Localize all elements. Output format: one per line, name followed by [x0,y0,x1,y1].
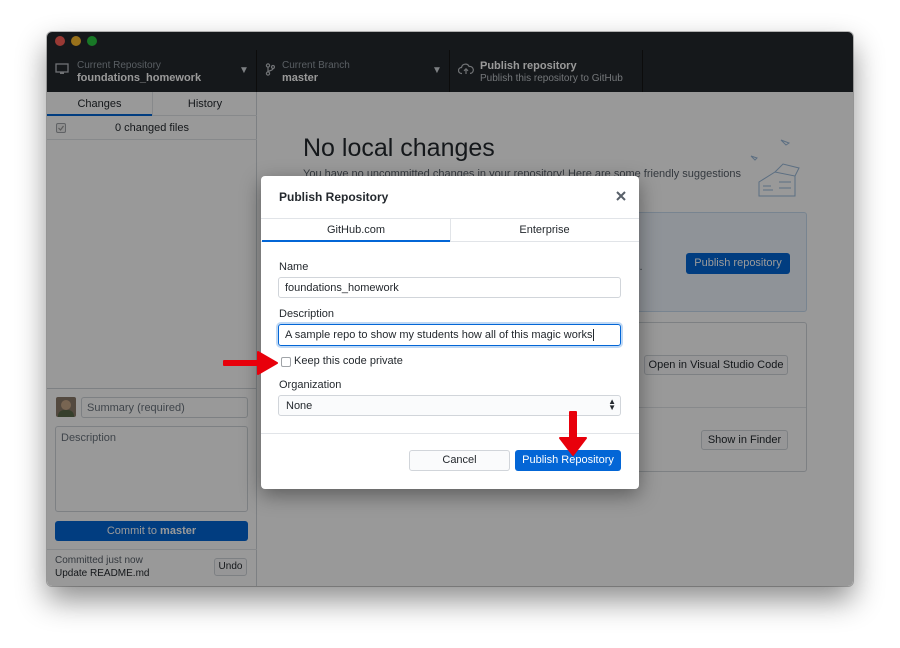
cancel-button[interactable]: Cancel [409,450,510,471]
text-cursor [592,329,594,342]
dialog-tabs: GitHub.com Enterprise [261,218,639,242]
organization-label: Organization [279,379,342,391]
name-input[interactable]: foundations_homework [278,277,621,298]
annotation-arrow-down-icon [559,411,587,456]
description-label: Description [279,308,335,320]
organization-select-value: None [286,400,313,412]
keep-private-checkbox[interactable] [281,357,291,367]
description-input-value: A sample repo to show my students how al… [285,329,593,341]
close-icon[interactable] [613,188,629,204]
name-label: Name [279,261,309,273]
dialog-title: Publish Repository [279,190,389,204]
tab-enterprise[interactable]: Enterprise [450,219,638,242]
select-arrows-icon: ▲ ▼ [608,397,616,412]
annotation-arrow-right-icon [223,351,278,375]
tab-github-com[interactable]: GitHub.com [262,219,450,242]
keep-private-label[interactable]: Keep this code private [294,355,403,367]
description-input[interactable]: A sample repo to show my students how al… [278,324,621,346]
